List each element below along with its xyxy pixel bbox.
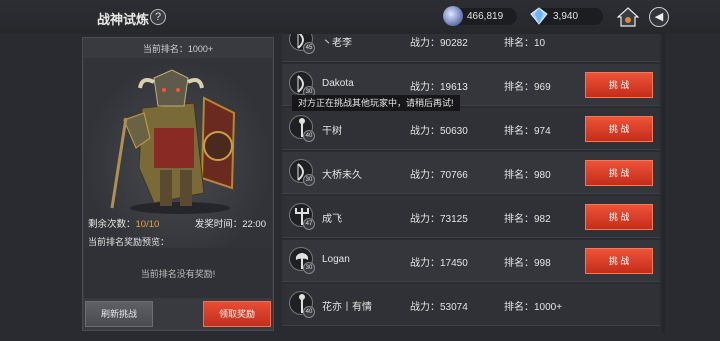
list-item: 40 干树 战力：50630 排名：974 挑 战: [282, 108, 660, 150]
level-badge: 40: [303, 306, 315, 318]
challenge-button[interactable]: 挑 战: [585, 204, 653, 230]
challenge-button[interactable]: 挑 战: [585, 116, 653, 142]
player-rank: 排名：10: [504, 38, 546, 49]
player-power: 战力：90282: [410, 38, 468, 49]
player-rank: 排名：982: [504, 214, 551, 225]
player-panel: 当前排名：1000+ 剩余次数：10/10 发奖时间：22:00 当前排名奖励预…: [82, 37, 274, 331]
current-rank: 当前排名：1000+: [142, 44, 214, 54]
silver-amount: 466,819: [467, 11, 504, 22]
no-reward-text: 当前排名没有奖励!: [140, 269, 216, 279]
toast-message: 对方正在挑战其他玩家中，请稍后再试!: [292, 95, 460, 111]
player-power: 战力：17450: [410, 258, 468, 269]
player-rank: 排名：1000+: [504, 302, 563, 313]
list-item: 40 花亦丨有情 战力：53074 排名：1000+: [282, 284, 660, 326]
opponent-list[interactable]: 45 丶老李 战力：90282 排名：10 30 Dakota 战力：19613…: [282, 34, 660, 334]
diamond-icon: [529, 6, 549, 26]
player-rank: 排名：969: [504, 82, 551, 93]
silver-currency: 466,819: [443, 6, 517, 26]
level-badge: 30: [303, 262, 315, 274]
level-badge: 45: [303, 42, 315, 54]
player-power: 战力：50630: [410, 126, 468, 137]
player-name: 成飞: [322, 214, 342, 225]
list-scrollbar[interactable]: [662, 34, 665, 334]
player-name: 大桥未久: [322, 170, 362, 181]
level-badge: 40: [303, 130, 315, 142]
challenge-button[interactable]: 挑 战: [585, 72, 653, 98]
home-icon[interactable]: [616, 7, 640, 27]
challenge-button[interactable]: 挑 战: [585, 248, 653, 274]
list-item: 30 大桥未久 战力：70766 排名：980 挑 战: [282, 152, 660, 194]
player-rank: 排名：980: [504, 170, 551, 181]
gem-currency: 3,940: [530, 7, 603, 25]
help-icon[interactable]: ?: [150, 9, 166, 25]
back-button[interactable]: ◀: [649, 7, 669, 27]
player-power: 战力：70766: [410, 170, 468, 181]
remaining-attempts: 剩余次数：10/10: [88, 219, 160, 230]
level-badge: 30: [303, 174, 315, 186]
player-name: 花亦丨有情: [322, 302, 372, 313]
award-time: 发奖时间：22:00: [194, 219, 266, 230]
list-item: 30 Logan 战力：17450 排名：998 挑 战: [282, 240, 660, 282]
player-name: 丶老李: [322, 38, 352, 49]
claim-reward-button[interactable]: 领取奖励: [203, 301, 271, 327]
player-name: 干树: [322, 126, 342, 137]
player-name: Dakota: [322, 78, 354, 89]
player-power: 战力：53074: [410, 302, 468, 313]
gem-amount: 3,940: [553, 11, 579, 22]
player-name: Logan: [322, 254, 350, 265]
refresh-challenge-button[interactable]: 刷新挑战: [85, 301, 153, 327]
player-power: 战力：73125: [410, 214, 468, 225]
player-rank: 排名：998: [504, 258, 551, 269]
level-badge: 47: [303, 218, 315, 230]
reward-preview-label: 当前排名奖励预览：: [88, 237, 170, 247]
silver-coin-icon: [443, 6, 463, 26]
page-title: 战神试炼: [97, 12, 150, 27]
challenge-button[interactable]: 挑 战: [585, 160, 653, 186]
list-item: 45 丶老李 战力：90282 排名：10: [282, 34, 660, 62]
player-power: 战力：19613: [410, 82, 468, 93]
list-item: 47 成飞 战力：73125 排名：982 挑 战: [282, 196, 660, 238]
player-rank: 排名：974: [504, 126, 551, 137]
remaining-count: 10/10: [135, 219, 160, 230]
